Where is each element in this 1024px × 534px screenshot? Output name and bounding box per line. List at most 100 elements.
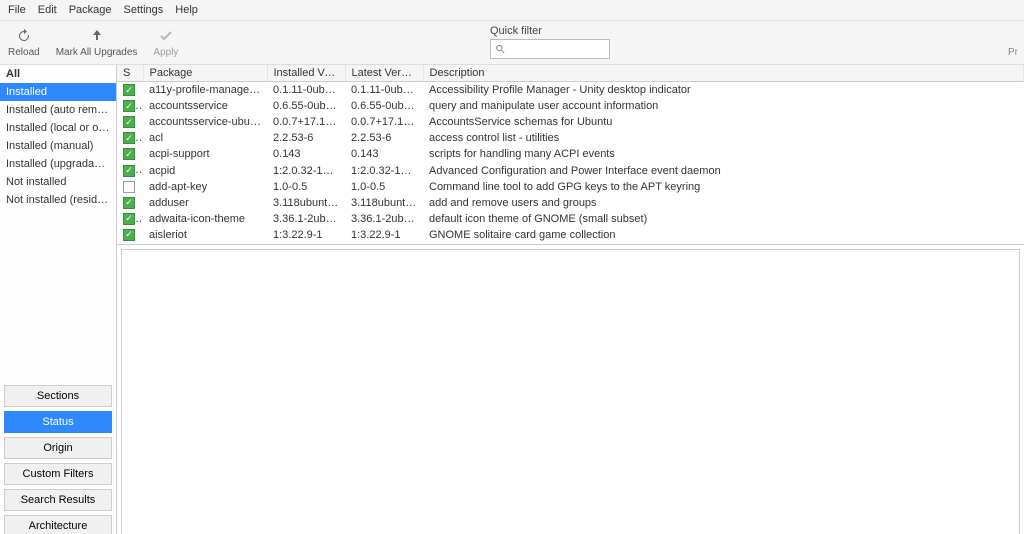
description-cell: Command line tool to add GPG keys to the…: [423, 179, 1024, 195]
latest-version-cell: 1:3.22.9-1: [345, 227, 423, 243]
package-details-pane[interactable]: [121, 249, 1020, 534]
description-cell: query and manipulate user account inform…: [423, 98, 1024, 114]
view-sections-button[interactable]: Sections: [4, 385, 112, 407]
filter-item[interactable]: Installed (auto removable): [0, 101, 116, 119]
col-header-s[interactable]: S: [117, 65, 143, 82]
latest-version-cell: 0.1.11-0ubuntu4: [345, 82, 423, 99]
installed-version-cell: 3.36.1-2ubuntu0.20: [267, 211, 345, 227]
col-header-package[interactable]: Package: [143, 65, 267, 82]
status-checkbox-icon: ✓: [123, 132, 135, 144]
filter-item[interactable]: Installed (upgradable): [0, 155, 116, 173]
status-checkbox-icon: ✓: [123, 116, 135, 128]
filter-item[interactable]: Installed (manual): [0, 137, 116, 155]
quick-filter: Quick filter: [490, 25, 610, 59]
filter-item[interactable]: Installed (local or obsolete): [0, 119, 116, 137]
view-origin-button[interactable]: Origin: [4, 437, 112, 459]
quick-filter-box[interactable]: [490, 39, 610, 59]
description-cell: GNOME solitaire card game collection: [423, 227, 1024, 243]
quick-filter-input[interactable]: [509, 43, 605, 55]
apply-button[interactable]: Apply: [153, 27, 178, 58]
package-table-wrapper[interactable]: S Package Installed Version Latest Versi…: [117, 65, 1024, 245]
latest-version-cell: 1.0.25+dfsg-0ubunt: [345, 243, 423, 245]
package-table: S Package Installed Version Latest Versi…: [117, 65, 1024, 245]
col-header-installed-version[interactable]: Installed Version: [267, 65, 345, 82]
mark-all-label: Mark All Upgrades: [56, 47, 138, 58]
package-name-cell: acpi-support: [143, 146, 267, 162]
table-row[interactable]: ✓alsa-base1.0.25+dfsg-0ubunt1.0.25+dfsg-…: [117, 243, 1024, 245]
latest-version-cell: 2.2.53-6: [345, 130, 423, 146]
view-buttons: Sections Status Origin Custom Filters Se…: [0, 381, 116, 534]
menu-edit[interactable]: Edit: [38, 4, 57, 16]
status-cell[interactable]: ✓: [117, 211, 143, 227]
package-name-cell: accountsservice: [143, 98, 267, 114]
filter-item[interactable]: Not installed: [0, 173, 116, 191]
package-name-cell: a11y-profile-manager-indicator: [143, 82, 267, 99]
view-search-results-button[interactable]: Search Results: [4, 489, 112, 511]
status-cell[interactable]: ✓: [117, 130, 143, 146]
properties-truncated: Pr: [1008, 47, 1018, 58]
menu-file[interactable]: File: [8, 4, 26, 16]
description-cell: Accessibility Profile Manager - Unity de…: [423, 82, 1024, 99]
status-cell[interactable]: ✓: [117, 243, 143, 245]
col-header-latest-version[interactable]: Latest Version: [345, 65, 423, 82]
latest-version-cell: 0.6.55-0ubuntu12~2: [345, 98, 423, 114]
status-cell[interactable]: ✓: [117, 146, 143, 162]
menubar: File Edit Package Settings Help: [0, 0, 1024, 21]
view-custom-filters-button[interactable]: Custom Filters: [4, 463, 112, 485]
table-row[interactable]: ✓acl2.2.53-62.2.53-6access control list …: [117, 130, 1024, 146]
main-area: All InstalledInstalled (auto removable)I…: [0, 65, 1024, 534]
description-cell: access control list - utilities: [423, 130, 1024, 146]
menu-package[interactable]: Package: [69, 4, 112, 16]
status-checkbox-icon: ✓: [123, 229, 135, 241]
table-row[interactable]: ✓adduser3.118ubuntu23.118ubuntu2add and …: [117, 195, 1024, 211]
apply-icon: [157, 27, 175, 45]
menu-help[interactable]: Help: [175, 4, 198, 16]
col-header-description[interactable]: Description: [423, 65, 1024, 82]
filter-item[interactable]: Installed: [0, 83, 116, 101]
package-name-cell: adduser: [143, 195, 267, 211]
package-name-cell: adwaita-icon-theme: [143, 211, 267, 227]
search-icon: [495, 43, 506, 55]
menu-settings[interactable]: Settings: [124, 4, 164, 16]
installed-version-cell: 1:3.22.9-1: [267, 227, 345, 243]
reload-label: Reload: [8, 47, 40, 58]
table-row[interactable]: ✓aisleriot1:3.22.9-11:3.22.9-1GNOME soli…: [117, 227, 1024, 243]
table-row[interactable]: ✓accountsservice-ubuntu-schema0.0.7+17.1…: [117, 114, 1024, 130]
filter-item[interactable]: Not installed (residual config): [0, 191, 116, 209]
filter-heading-all[interactable]: All: [0, 65, 116, 83]
table-row[interactable]: ✓adwaita-icon-theme3.36.1-2ubuntu0.203.3…: [117, 211, 1024, 227]
installed-version-cell: 1:2.0.32-1ubuntu1: [267, 162, 345, 178]
status-checkbox-icon: ✓: [123, 84, 135, 96]
status-cell[interactable]: ✓: [117, 195, 143, 211]
latest-version-cell: 3.118ubuntu2: [345, 195, 423, 211]
description-cell: ALSA driver configuration files: [423, 243, 1024, 245]
latest-version-cell: 3.36.1-2ubuntu0.20: [345, 211, 423, 227]
filter-list[interactable]: All InstalledInstalled (auto removable)I…: [0, 65, 116, 381]
view-architecture-button[interactable]: Architecture: [4, 515, 112, 534]
table-row[interactable]: add-apt-key1.0-0.51.0-0.5Command line to…: [117, 179, 1024, 195]
status-cell[interactable]: ✓: [117, 227, 143, 243]
content-area: S Package Installed Version Latest Versi…: [117, 65, 1024, 534]
description-cell: add and remove users and groups: [423, 195, 1024, 211]
status-cell[interactable]: ✓: [117, 162, 143, 178]
toolbar: Reload Mark All Upgrades Apply Quick fil…: [0, 21, 1024, 65]
mark-all-upgrades-button[interactable]: Mark All Upgrades: [56, 27, 138, 58]
latest-version-cell: 0.143: [345, 146, 423, 162]
table-row[interactable]: ✓acpi-support0.1430.143scripts for handl…: [117, 146, 1024, 162]
status-cell[interactable]: ✓: [117, 98, 143, 114]
status-checkbox-icon: ✓: [123, 100, 135, 112]
latest-version-cell: 1.0-0.5: [345, 179, 423, 195]
reload-button[interactable]: Reload: [8, 27, 40, 58]
table-row[interactable]: ✓ a11y-profile-manager-indicator 0.1.11-0u…: [117, 82, 1024, 99]
view-status-button[interactable]: Status: [4, 411, 112, 433]
reload-icon: [15, 27, 33, 45]
status-cell[interactable]: ✓: [117, 82, 143, 99]
description-cell: scripts for handling many ACPI events: [423, 146, 1024, 162]
installed-version-cell: 0.0.7+17.10.20170: [267, 114, 345, 130]
status-cell[interactable]: ✓: [117, 114, 143, 130]
status-checkbox-icon: ✓: [123, 213, 135, 225]
status-cell[interactable]: [117, 179, 143, 195]
table-row[interactable]: ✓accountsservice0.6.55-0ubuntu12~20.6.55…: [117, 98, 1024, 114]
description-cell: default icon theme of GNOME (small subse…: [423, 211, 1024, 227]
table-row[interactable]: ✓acpid1:2.0.32-1ubuntu11:2.0.32-1ubuntu1…: [117, 162, 1024, 178]
